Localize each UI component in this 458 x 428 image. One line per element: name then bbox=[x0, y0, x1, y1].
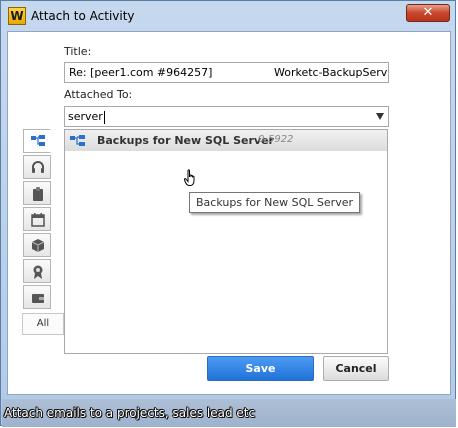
dropdown-arrow-icon[interactable] bbox=[376, 113, 384, 120]
cancel-button[interactable]: Cancel bbox=[323, 356, 389, 381]
save-button[interactable]: Save bbox=[207, 356, 314, 381]
tab-tasks[interactable] bbox=[23, 181, 51, 205]
attached-to-combobox[interactable]: server bbox=[64, 106, 389, 127]
title-bar[interactable]: W Attach to Activity ✕ bbox=[1, 1, 455, 31]
clipboard-icon bbox=[33, 187, 43, 201]
calendar-icon bbox=[31, 213, 45, 227]
result-code: 0-5922 bbox=[258, 134, 294, 145]
attach-dialog: W Attach to Activity ✕ Title: Re: [peer1… bbox=[0, 0, 456, 427]
tab-finance[interactable] bbox=[23, 285, 51, 309]
headset-icon bbox=[32, 161, 44, 173]
tab-products[interactable] bbox=[23, 233, 51, 257]
tab-support[interactable] bbox=[23, 155, 51, 179]
attached-to-input-text: server bbox=[68, 110, 103, 123]
search-results-list: Backups for New SQL Server 0-5922 bbox=[64, 129, 388, 354]
title-value-right: Worketc-BackupServ bbox=[274, 66, 388, 79]
list-item[interactable]: Backups for New SQL Server 0-5922 bbox=[65, 130, 387, 151]
tab-calendar[interactable] bbox=[23, 207, 51, 231]
dialog-body: Title: Re: [peer1.com #964257] Worketc-B… bbox=[7, 31, 451, 395]
text-caret bbox=[103, 110, 105, 124]
caption-text: Attach emails to a projects, sales lead … bbox=[4, 406, 256, 420]
title-input[interactable]: Re: [peer1.com #964257] Worketc-BackupSe… bbox=[64, 62, 389, 83]
app-logo-icon: W bbox=[8, 7, 26, 25]
title-label: Title: bbox=[64, 45, 92, 58]
box-icon bbox=[31, 239, 45, 252]
tab-projects[interactable] bbox=[23, 129, 51, 153]
caption-bar: Attach emails to a projects, sales lead … bbox=[2, 399, 456, 427]
result-title: Backups for New SQL Server bbox=[97, 134, 274, 147]
tab-awards[interactable] bbox=[23, 259, 51, 283]
close-button[interactable]: ✕ bbox=[406, 4, 450, 22]
tab-all[interactable]: All bbox=[22, 313, 64, 335]
window-title: Attach to Activity bbox=[31, 9, 135, 23]
result-tooltip: Backups for New SQL Server bbox=[189, 192, 360, 213]
wallet-icon bbox=[32, 294, 44, 303]
project-icon bbox=[70, 135, 85, 146]
award-icon bbox=[33, 265, 43, 279]
attached-to-label: Attached To: bbox=[64, 88, 133, 101]
title-value-left: Re: [peer1.com #964257] bbox=[69, 66, 213, 79]
project-icon bbox=[31, 135, 45, 146]
hand-cursor-icon bbox=[184, 169, 195, 186]
